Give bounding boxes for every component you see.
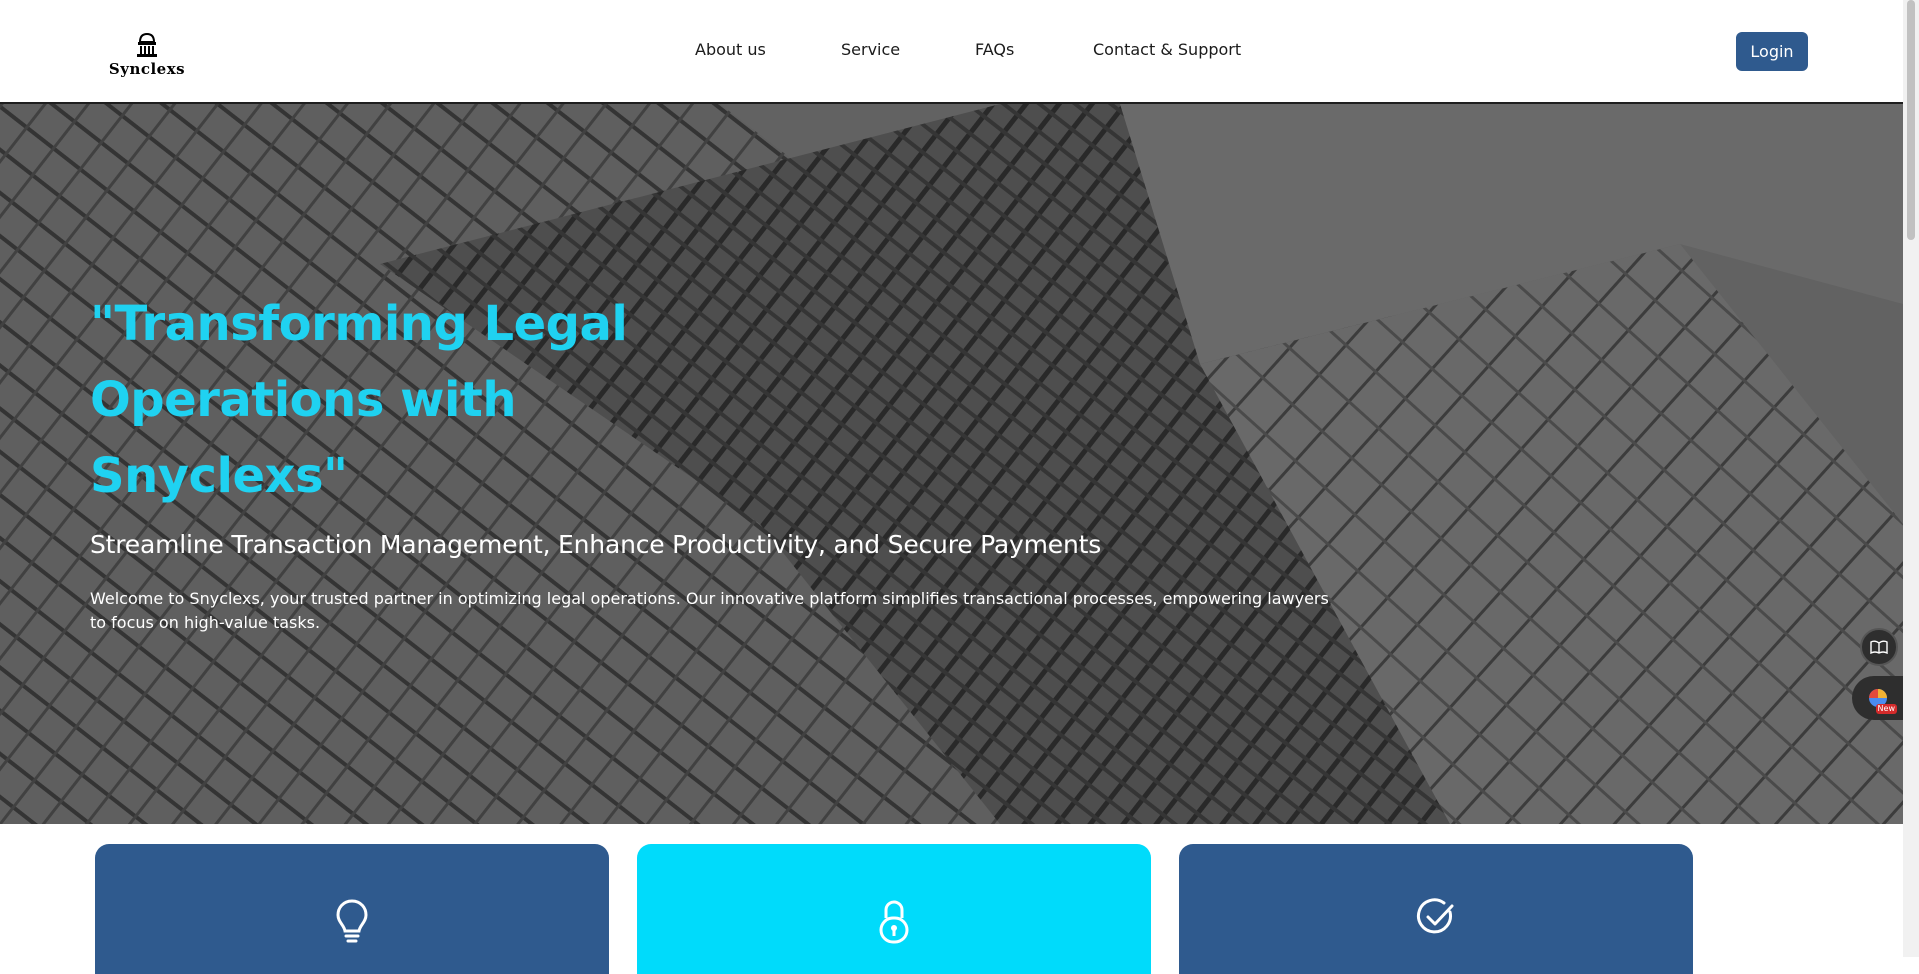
- feature-card-2[interactable]: [637, 844, 1151, 974]
- nav-item-contact-support[interactable]: Contact & Support: [1093, 40, 1241, 59]
- scrollbar-thumb[interactable]: [1907, 0, 1915, 240]
- feature-card-3[interactable]: [1179, 844, 1693, 974]
- lock-icon: [879, 900, 909, 944]
- assistant-widget-button[interactable]: New: [1852, 676, 1903, 720]
- book-icon: [1870, 640, 1888, 654]
- feature-card-1[interactable]: [95, 844, 609, 974]
- nav-item-about-us[interactable]: About us: [695, 40, 766, 59]
- logo-text: Synclexs: [108, 60, 186, 78]
- site-header: Synclexs About us Service FAQs Contact &…: [0, 0, 1903, 104]
- hero-title: "Transforming Legal Operations with Snyc…: [90, 296, 628, 504]
- page-scrollbar[interactable]: [1903, 0, 1919, 957]
- nav-item-faqs[interactable]: FAQs: [975, 40, 1014, 59]
- logo[interactable]: Synclexs: [104, 32, 190, 82]
- hero-description: Welcome to Snyclexs, your trusted partne…: [90, 589, 1329, 632]
- login-button[interactable]: Login: [1736, 32, 1808, 71]
- reader-mode-button[interactable]: [1860, 628, 1898, 666]
- hero-section: "Transforming Legal Operations with Snyc…: [0, 104, 1903, 824]
- hero-subtitle: Streamline Transaction Management, Enhan…: [90, 530, 1102, 559]
- lightbulb-icon: [336, 899, 368, 943]
- building-logo-icon: [137, 32, 157, 57]
- nav-item-service[interactable]: Service: [841, 40, 900, 59]
- check-circle-icon: [1417, 898, 1454, 934]
- new-badge: New: [1875, 704, 1897, 714]
